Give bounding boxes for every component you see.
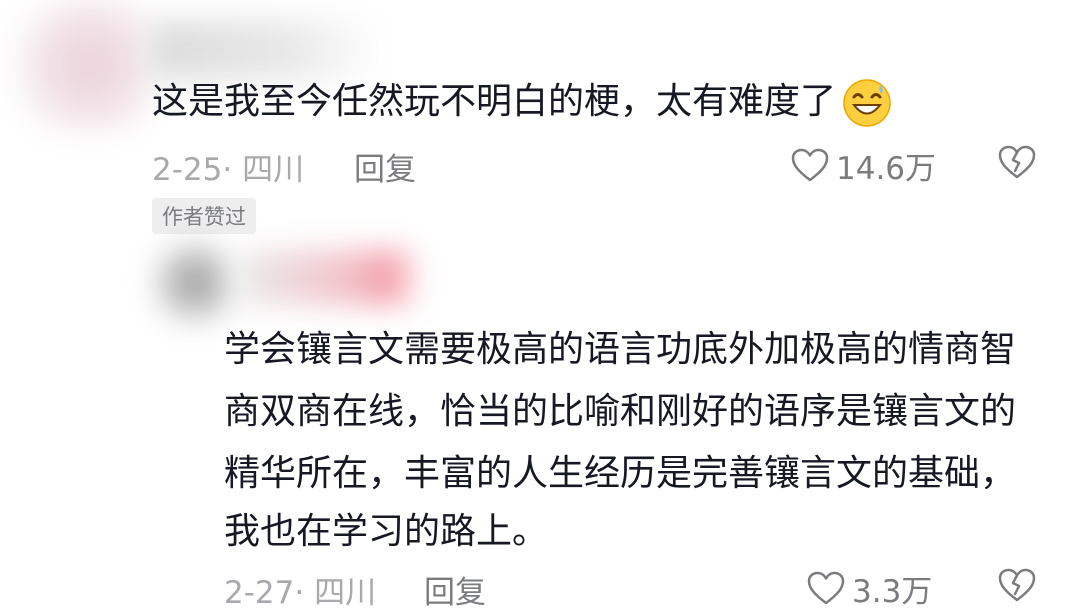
reply-reply-button[interactable]: 回复	[424, 567, 486, 612]
heart-outline-icon	[807, 571, 845, 604]
reply-comment-line-2: 商双商在线，恰当的比喻和刚好的语序是镶言文的	[224, 391, 1017, 432]
heart-outline-icon	[791, 148, 829, 181]
grinning-sweat-face-icon	[843, 79, 891, 127]
like-count: 14.6万	[836, 151, 937, 187]
reply-comment-line-3: 精华所在，丰富的人生经历是完善镶言文的基础，	[224, 453, 1017, 494]
reply-comment-line-1: 学会镶言文需要极高的语言功底外加极高的情商智	[224, 329, 1017, 370]
reply-date-location: 2-27· 四川	[224, 575, 377, 611]
reply-button[interactable]: 回复	[354, 144, 416, 189]
reply-like-count: 3.3万	[852, 574, 933, 610]
comment-date-location: 2-25· 四川	[152, 152, 305, 188]
comment-text: 这是我至今任然玩不明白的梗，太有难度了	[152, 70, 892, 134]
avatar-blurred[interactable]	[0, 0, 150, 130]
reply-username-blurred[interactable]	[240, 250, 420, 305]
reply-comment-line-4: 我也在学习的路上。	[224, 511, 549, 552]
reply-broken-heart-icon[interactable]	[997, 566, 1037, 606]
broken-heart-icon[interactable]	[997, 143, 1037, 183]
author-liked-badge: 作者赞过	[152, 198, 256, 234]
comment-body: 这是我至今任然玩不明白的梗，太有难度了	[152, 81, 837, 122]
reply-like-button[interactable]: 3.3万	[806, 566, 932, 611]
like-button[interactable]: 14.6万	[790, 143, 936, 188]
reply-avatar-blurred[interactable]	[150, 240, 240, 325]
